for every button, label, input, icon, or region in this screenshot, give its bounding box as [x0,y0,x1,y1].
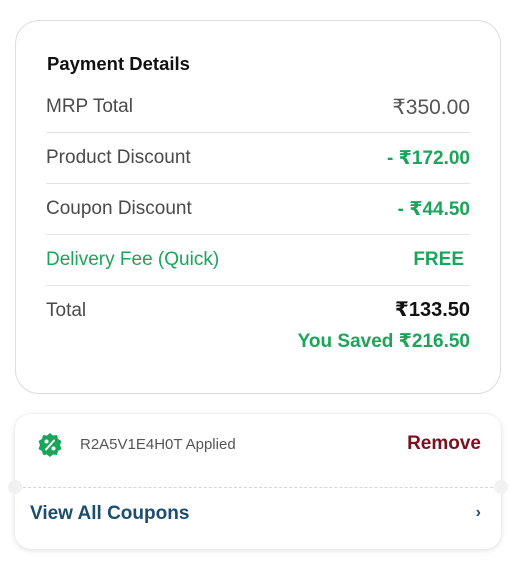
mrp-total-row: MRP Total ₹350.00 [46,82,470,133]
coupon-discount-row: Coupon Discount - ₹44.50 [46,184,470,235]
remove-coupon-button[interactable]: Remove [407,433,481,455]
mrp-total-label: MRP Total [46,96,133,117]
discount-badge-icon [38,433,62,457]
product-discount-row: Product Discount - ₹172.00 [46,133,470,184]
you-saved-text: You Saved ₹216.50 [297,331,470,352]
total-value: ₹133.50 [394,299,470,321]
product-discount-label: Product Discount [46,147,191,168]
delivery-fee-label: Delivery Fee (Quick) [46,249,220,270]
coupon-discount-value: - ₹44.50 [397,198,470,220]
applied-coupon-row: R2A5V1E4H0T Applied Remove [15,414,501,487]
applied-coupon-text: R2A5V1E4H0T Applied [80,436,236,453]
total-label: Total [46,300,87,321]
view-all-coupons-link[interactable]: View All Coupons [30,503,189,525]
product-discount-value: - ₹172.00 [387,147,470,169]
payment-details-title: Payment Details [47,53,190,74]
dashed-divider [23,487,493,488]
payment-details-card: Payment Details MRP Total ₹350.00 Produc… [15,20,501,394]
delivery-fee-row: Delivery Fee (Quick) FREE [46,235,470,286]
ticket-notch-left [8,480,22,494]
coupon-discount-label: Coupon Discount [46,198,192,219]
chevron-right-icon[interactable]: › [476,504,481,522]
coupon-card: R2A5V1E4H0T Applied Remove View All Coup… [8,414,508,549]
delivery-fee-value: FREE [413,249,464,270]
ticket-notch-right [494,480,508,494]
mrp-total-value: ₹350.00 [392,95,470,119]
